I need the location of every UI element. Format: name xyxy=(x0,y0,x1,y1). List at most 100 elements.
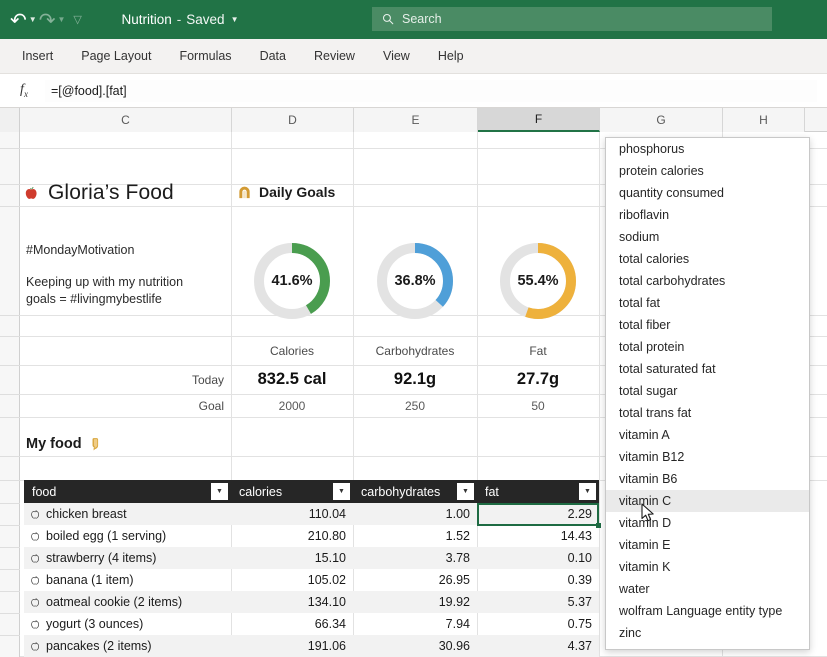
motto-line-2: Keeping up with my nutrition xyxy=(26,275,184,289)
table-cell-food[interactable]: banana (1 item) xyxy=(24,569,231,591)
table-cell-carbohydrates[interactable]: 30.96 xyxy=(353,635,477,657)
table-cell-fat[interactable]: 5.37 xyxy=(477,591,599,613)
tab-data[interactable]: Data xyxy=(246,39,300,74)
undo-button[interactable]: ↶ ▼ xyxy=(10,6,37,34)
table-header-carbohydrates[interactable]: carbohydrates ▼ xyxy=(353,480,477,503)
table-cell-calories[interactable]: 66.34 xyxy=(231,613,353,635)
dropdown-item-total-saturated-fat[interactable]: total saturated fat xyxy=(606,358,809,380)
redo-button[interactable]: ↷ ▼ xyxy=(39,6,66,34)
dropdown-item-total-sugar[interactable]: total sugar xyxy=(606,380,809,402)
table-cell-food[interactable]: boiled egg (1 serving) xyxy=(24,525,231,547)
dropdown-item-water[interactable]: water xyxy=(606,578,809,600)
dropdown-item-wolfram-language-entity-type[interactable]: wolfram Language entity type xyxy=(606,600,809,622)
table-cell-calories[interactable]: 191.06 xyxy=(231,635,353,657)
dropdown-item-vitamin-b6[interactable]: vitamin B6 xyxy=(606,468,809,490)
table-cell-fat[interactable]: 0.75 xyxy=(477,613,599,635)
tab-formulas[interactable]: Formulas xyxy=(165,39,245,74)
column-header-f[interactable]: F xyxy=(478,108,600,132)
chevron-down-icon[interactable]: ▼ xyxy=(57,15,65,24)
dropdown-item-total-protein[interactable]: total protein xyxy=(606,336,809,358)
formula-input[interactable]: =[@food].[fat] xyxy=(45,79,817,102)
table-cell-food[interactable]: oatmeal cookie (2 items) xyxy=(24,591,231,613)
dropdown-item-sodium[interactable]: sodium xyxy=(606,226,809,248)
dropdown-item-vitamin-b12[interactable]: vitamin B12 xyxy=(606,446,809,468)
table-cell-calories[interactable]: 15.10 xyxy=(231,547,353,569)
column-header-e[interactable]: E xyxy=(354,108,478,132)
dropdown-item-phosphorus[interactable]: phosphorus xyxy=(606,138,809,160)
filter-button-food[interactable]: ▼ xyxy=(211,483,228,500)
calories-progress-donut: 41.6% xyxy=(246,235,338,327)
customize-quick-access-icon: ▽ xyxy=(73,14,82,26)
tab-help[interactable]: Help xyxy=(424,39,478,74)
column-header-c[interactable]: C xyxy=(20,108,232,132)
field-dropdown-list[interactable]: phosphorus protein calories quantity consu… xyxy=(605,137,810,650)
fat-progress-label: 55.4% xyxy=(517,273,559,289)
table-cell-carbohydrates[interactable]: 1.52 xyxy=(353,525,477,547)
row-header-strip[interactable] xyxy=(0,132,20,657)
dropdown-item-vitamin-c[interactable]: vitamin C xyxy=(606,490,809,512)
dropdown-item-riboflavin[interactable]: riboflavin xyxy=(606,204,809,226)
table-header-fat[interactable]: fat ▼ xyxy=(477,480,599,503)
table-cell-carbohydrates[interactable]: 7.94 xyxy=(353,613,477,635)
dropdown-item-total-carbohydrates[interactable]: total carbohydrates xyxy=(606,270,809,292)
dropdown-item-vitamin-k[interactable]: vitamin K xyxy=(606,556,809,578)
tab-page-layout[interactable]: Page Layout xyxy=(67,39,165,74)
table-cell-fat[interactable]: 4.37 xyxy=(477,635,599,657)
dropdown-item-vitamin-d[interactable]: vitamin D xyxy=(606,512,809,534)
tab-insert[interactable]: Insert xyxy=(0,39,67,74)
table-cell-fat[interactable]: 14.43 xyxy=(477,525,599,547)
filter-dropdown-icon: ▼ xyxy=(584,488,591,495)
table-cell-food[interactable]: pancakes (2 items) xyxy=(24,635,231,657)
dropdown-item-vitamin-a[interactable]: vitamin A xyxy=(606,424,809,446)
save-state-label[interactable]: Saved xyxy=(186,12,224,27)
dropdown-item-total-fiber[interactable]: total fiber xyxy=(606,314,809,336)
dropdown-item-quantity-consumed[interactable]: quantity consumed xyxy=(606,182,809,204)
table-cell-food[interactable]: yogurt (3 ounces) xyxy=(24,613,231,635)
metric-header-calories: Calories xyxy=(269,343,314,358)
table-cell-fat[interactable]: 0.39 xyxy=(477,569,599,591)
table-cell-carbohydrates[interactable]: 3.78 xyxy=(353,547,477,569)
insert-function-button[interactable]: fx xyxy=(9,80,39,102)
goal-calories-value: 2000 xyxy=(278,398,306,413)
table-cell-fat[interactable]: 0.10 xyxy=(477,547,599,569)
table-cell-fat[interactable]: 2.29 xyxy=(477,503,599,525)
table-cell-food[interactable]: strawberry (4 items) xyxy=(24,547,231,569)
search-box[interactable]: Search xyxy=(372,7,772,31)
filter-button-carbohydrates[interactable]: ▼ xyxy=(457,483,474,500)
dropdown-item-protein-calories[interactable]: protein calories xyxy=(606,160,809,182)
dropdown-item-total-trans-fat[interactable]: total trans fat xyxy=(606,402,809,424)
filter-button-calories[interactable]: ▼ xyxy=(333,483,350,500)
dropdown-item-total-calories[interactable]: total calories xyxy=(606,248,809,270)
apple-icon xyxy=(31,531,40,541)
fill-handle[interactable] xyxy=(596,523,601,528)
filter-button-fat[interactable]: ▼ xyxy=(579,483,596,500)
table-cell-calories[interactable]: 105.02 xyxy=(231,569,353,591)
dropdown-item-zinc[interactable]: zinc xyxy=(606,622,809,644)
tab-review[interactable]: Review xyxy=(300,39,369,74)
table-cell-calories[interactable]: 110.04 xyxy=(231,503,353,525)
table-cell-calories[interactable]: 210.80 xyxy=(231,525,353,547)
dropdown-item-vitamin-e[interactable]: vitamin E xyxy=(606,534,809,556)
column-header-d[interactable]: D xyxy=(232,108,354,132)
table-cell-carbohydrates[interactable]: 26.95 xyxy=(353,569,477,591)
chevron-down-icon[interactable]: ▼ xyxy=(29,15,37,24)
customize-quick-access-button[interactable]: ▽ xyxy=(67,6,87,34)
column-header-h[interactable]: H xyxy=(723,108,805,132)
table-header-food[interactable]: food ▼ xyxy=(24,480,231,503)
table-header-calories[interactable]: calories ▼ xyxy=(231,480,353,503)
table-cell-carbohydrates[interactable]: 19.92 xyxy=(353,591,477,613)
dropdown-item-total-fat[interactable]: total fat xyxy=(606,292,809,314)
formula-bar: fx =[@food].[fat] xyxy=(0,74,827,108)
column-header-g[interactable]: G xyxy=(600,108,723,132)
table-cell-carbohydrates[interactable]: 1.00 xyxy=(353,503,477,525)
document-name[interactable]: Nutrition xyxy=(122,12,172,27)
chevron-down-icon[interactable]: ▼ xyxy=(231,15,239,24)
table-header-calories-label: calories xyxy=(239,484,283,499)
tag-icon xyxy=(91,438,98,451)
carbohydrates-progress-label: 36.8% xyxy=(394,273,436,289)
table-cell-food[interactable]: chicken breast xyxy=(24,503,231,525)
tab-view[interactable]: View xyxy=(369,39,424,74)
food-name-label: chicken breast xyxy=(46,507,127,521)
select-all-corner[interactable] xyxy=(0,108,20,132)
table-cell-calories[interactable]: 134.10 xyxy=(231,591,353,613)
